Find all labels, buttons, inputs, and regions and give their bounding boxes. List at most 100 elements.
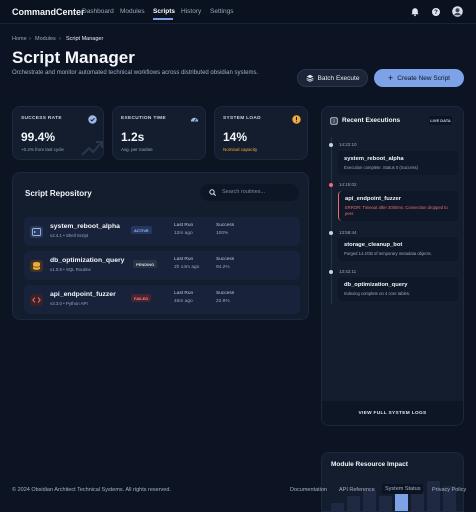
- event-name: system_reboot_alpha: [344, 156, 404, 162]
- script-meta: v3.3.0 • Python API: [50, 301, 88, 306]
- execution-event[interactable]: db_optimization_query Indexing complete …: [338, 277, 458, 301]
- stat-value: 1.2s: [121, 130, 145, 144]
- stat-card-execution-time: EXECUTION TIME 1.2s Avg. per routine: [112, 106, 206, 160]
- last-run-label: Last Run: [174, 291, 194, 296]
- event-name: storage_cleanup_bot: [344, 242, 403, 248]
- help-icon[interactable]: ?: [431, 7, 441, 17]
- check-circle-icon: [88, 115, 97, 124]
- recent-executions-panel: Recent Executions LIVE DATA 14:22:10 sys…: [321, 106, 464, 426]
- success-label: Success: [216, 291, 235, 296]
- script-name: system_reboot_alpha: [50, 223, 120, 230]
- event-message: Purged 14.2GB of temporary metadata obje…: [344, 251, 432, 256]
- search-icon: [209, 189, 216, 196]
- stat-label: SUCCESS RATE: [21, 116, 62, 121]
- footer-system-status[interactable]: System Status: [382, 484, 424, 494]
- footer-api-reference[interactable]: API Reference: [339, 487, 375, 493]
- success-label: Success: [216, 257, 235, 262]
- last-run-label: Last Run: [174, 257, 194, 262]
- speedometer-icon: [190, 117, 199, 122]
- plus-icon: +: [387, 73, 394, 83]
- resource-bar: [411, 492, 424, 511]
- resource-bar: [331, 503, 344, 511]
- last-run-value: 12m ago: [174, 231, 193, 236]
- execution-event[interactable]: storage_cleanup_bot Purged 14.2GB of tem…: [338, 237, 458, 261]
- footer-documentation[interactable]: Documentation: [290, 487, 327, 493]
- script-meta: v2.4.1 • Shell Script: [50, 233, 89, 238]
- breadcrumb-separator: ›: [59, 36, 61, 42]
- success-value: 94.2%: [216, 265, 230, 270]
- event-time: 14:15:02: [339, 182, 357, 187]
- script-meta: v1.0.8 • SQL Routine: [50, 267, 91, 272]
- alert-circle-icon: [292, 115, 301, 124]
- event-message: ERROR: Timeout after 3000ms. Connection …: [345, 205, 448, 216]
- status-badge: ACTIVE: [131, 226, 152, 234]
- nav-settings[interactable]: Settings: [210, 8, 234, 15]
- timeline-dot: [329, 231, 333, 235]
- database-icon: [30, 260, 43, 272]
- resource-bar: [379, 496, 392, 511]
- event-name: api_endpoint_fuzzer: [345, 196, 402, 202]
- script-row-db-optimization-query[interactable]: db_optimization_query v1.0.8 • SQL Routi…: [24, 251, 300, 280]
- timeline-dot: [329, 270, 333, 274]
- batch-execute-button[interactable]: Batch Execute: [297, 69, 368, 87]
- event-time: 13:58:44: [339, 230, 357, 235]
- status-badge: FAILED: [131, 294, 152, 302]
- success-value: 22.8%: [216, 299, 230, 304]
- footer-copyright: © 2024 Obsidian Architect Technical Syst…: [12, 487, 171, 493]
- script-row-api-endpoint-fuzzer[interactable]: api_endpoint_fuzzer v3.3.0 • Python API …: [24, 285, 300, 314]
- resource-bar: [363, 490, 376, 511]
- stat-card-success-rate: SUCCESS RATE 99.4% +0.2% from last cycle: [12, 106, 104, 160]
- stat-value: 14%: [223, 130, 248, 144]
- search-placeholder: Search routines...: [222, 189, 266, 195]
- view-logs-button[interactable]: VIEW FULL SYSTEM LOGS: [322, 401, 463, 425]
- footer-privacy-policy[interactable]: Privacy Policy: [432, 487, 466, 493]
- nav-modules[interactable]: Modules: [120, 8, 145, 15]
- stat-note: Nominal capacity: [223, 147, 258, 152]
- page-title: Script Manager: [12, 48, 135, 67]
- terminal-icon: [30, 226, 43, 238]
- breadcrumb-current: Script Manager: [66, 36, 104, 42]
- resource-bar: [427, 481, 440, 511]
- layers-icon: [306, 74, 314, 82]
- breadcrumb-home[interactable]: Home: [12, 36, 27, 42]
- batch-execute-label: Batch Execute: [317, 74, 360, 82]
- create-script-label: Create New Script: [397, 74, 450, 82]
- history-icon: [330, 117, 338, 125]
- user-avatar[interactable]: [452, 6, 463, 17]
- last-run-value: 2h 14m ago: [174, 265, 200, 270]
- last-run-value: 45m ago: [174, 299, 193, 304]
- event-name: db_optimization_query: [344, 282, 408, 288]
- timeline-line: [331, 137, 332, 304]
- nav-scripts[interactable]: Scripts: [153, 8, 175, 15]
- resource-impact-card: Module Resource Impact: [321, 452, 464, 512]
- resource-impact-title: Module Resource Impact: [331, 461, 408, 468]
- code-icon: [30, 294, 43, 306]
- stat-note: Avg. per routine: [121, 147, 153, 152]
- status-badge: PENDING: [133, 260, 158, 268]
- resource-bar: [347, 496, 360, 511]
- breadcrumb-modules[interactable]: Modules: [35, 36, 56, 42]
- page-subtitle: Orchestrate and monitor automated techni…: [12, 70, 259, 76]
- search-input[interactable]: Search routines...: [200, 184, 299, 201]
- timeline-dot: [329, 143, 333, 147]
- nav-active-indicator: [153, 18, 173, 20]
- top-nav: CommandCenter Dashboard Modules Scripts …: [0, 0, 476, 24]
- nav-history[interactable]: History: [181, 8, 201, 15]
- live-data-badge: LIVE DATA: [429, 116, 452, 125]
- timeline-dot-error: [329, 183, 333, 187]
- bell-icon[interactable]: [410, 7, 420, 17]
- create-script-button[interactable]: + Create New Script: [374, 69, 464, 87]
- script-row-system-reboot-alpha[interactable]: system_reboot_alpha v2.4.1 • Shell Scrip…: [24, 217, 300, 246]
- nav-dashboard[interactable]: Dashboard: [82, 8, 114, 15]
- event-time: 13:42:11: [339, 269, 357, 274]
- stat-label: SYSTEM LOAD: [223, 116, 261, 121]
- repository-title: Script Repository: [25, 189, 92, 198]
- execution-event-error[interactable]: api_endpoint_fuzzer ERROR: Timeout after…: [338, 191, 458, 221]
- stat-value: 99.4%: [21, 130, 56, 144]
- execution-event[interactable]: system_reboot_alpha Execution complete. …: [338, 151, 458, 175]
- event-message: Execution complete. Status 0 (Success): [344, 165, 419, 170]
- breadcrumb-separator: ›: [29, 36, 31, 42]
- success-label: Success: [216, 223, 235, 228]
- brand-logo[interactable]: CommandCenter: [12, 7, 85, 17]
- last-run-label: Last Run: [174, 223, 194, 228]
